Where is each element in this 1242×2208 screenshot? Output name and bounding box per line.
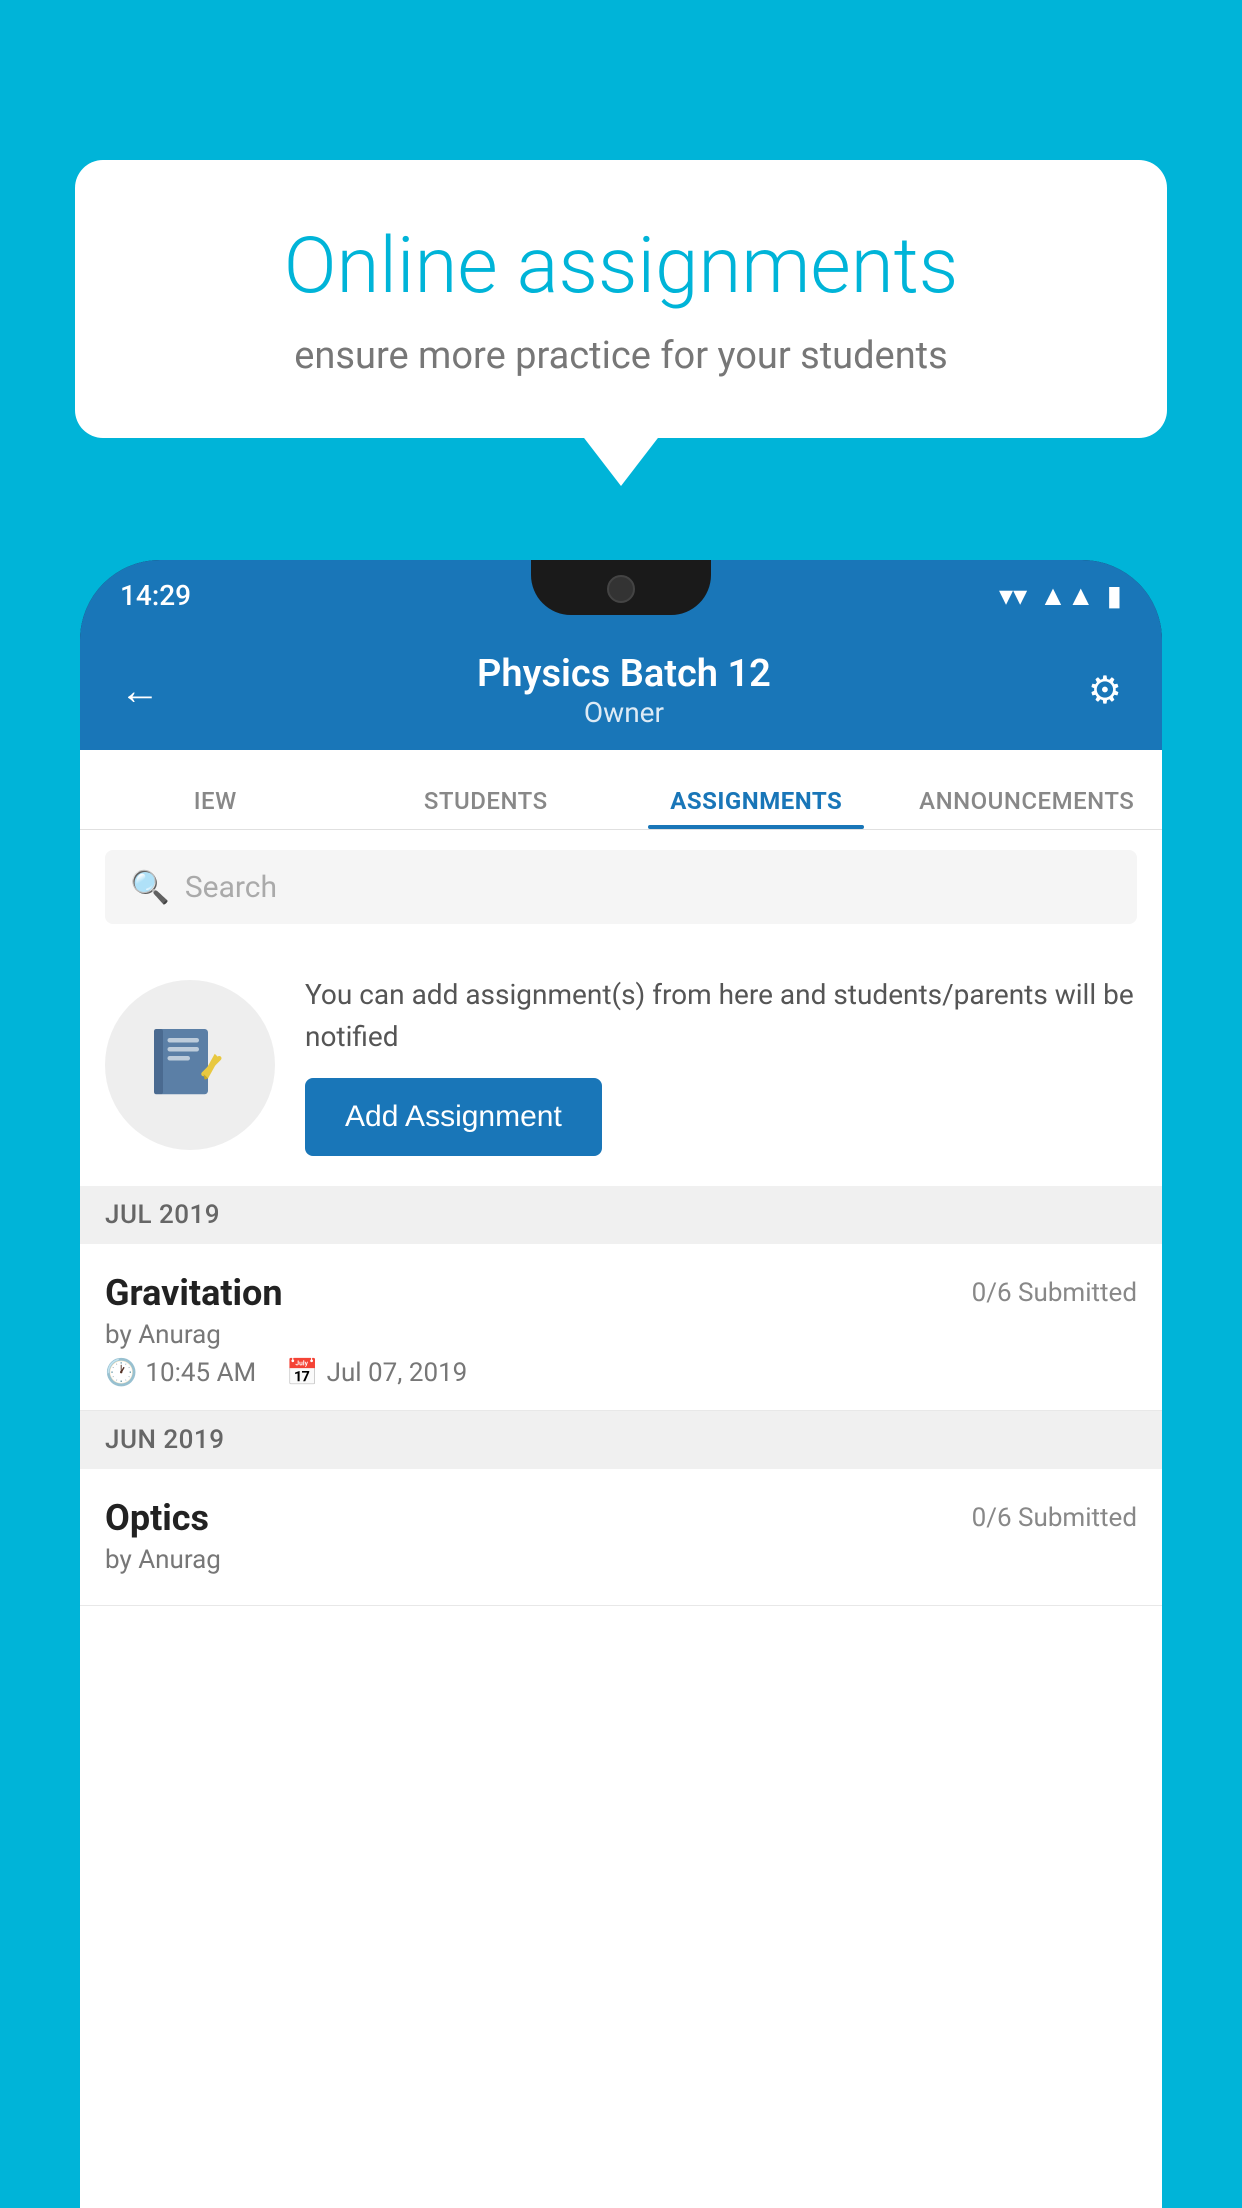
promo-icon-circle <box>105 980 275 1150</box>
assignment-submitted-optics: 0/6 Submitted <box>972 1503 1137 1533</box>
settings-button[interactable]: ⚙ <box>1088 668 1122 713</box>
back-button[interactable]: ← <box>120 667 160 714</box>
assignment-gravitation[interactable]: Gravitation 0/6 Submitted by Anurag 🕐 10… <box>80 1244 1162 1411</box>
batch-subtitle: Owner <box>477 696 771 729</box>
tabs-bar: IEW STUDENTS ASSIGNMENTS ANNOUNCEMENTS <box>80 750 1162 830</box>
tab-assignments[interactable]: ASSIGNMENTS <box>621 787 892 829</box>
speech-bubble-subtitle: ensure more practice for your students <box>145 334 1097 378</box>
tab-iew[interactable]: IEW <box>80 787 351 829</box>
batch-title: Physics Batch 12 <box>477 652 771 696</box>
promo-section: You can add assignment(s) from here and … <box>80 944 1162 1186</box>
assignment-time: 🕐 10:45 AM <box>105 1358 256 1388</box>
phone-notch <box>531 560 711 615</box>
assignment-name: Gravitation <box>105 1272 283 1314</box>
status-icons: ▾▾ ▲▲ ▮ <box>999 579 1122 612</box>
speech-bubble-title: Online assignments <box>145 220 1097 314</box>
clock-icon: 🕐 <box>105 1358 137 1388</box>
assignment-name-optics: Optics <box>105 1497 209 1539</box>
assignment-row-title-optics: Optics 0/6 Submitted <box>105 1497 1137 1539</box>
assignment-row-title: Gravitation 0/6 Submitted <box>105 1272 1137 1314</box>
assignment-optics[interactable]: Optics 0/6 Submitted by Anurag <box>80 1469 1162 1606</box>
header-title-block: Physics Batch 12 Owner <box>477 652 771 729</box>
battery-icon: ▮ <box>1107 579 1122 612</box>
assignment-time-value: 10:45 AM <box>145 1358 256 1388</box>
assignment-author: by Anurag <box>105 1320 1137 1350</box>
section-jun-2019: JUN 2019 <box>80 1411 1162 1469</box>
search-placeholder: Search <box>185 870 277 905</box>
wifi-icon: ▾▾ <box>999 579 1027 612</box>
camera <box>607 575 635 603</box>
speech-bubble-container: Online assignments ensure more practice … <box>75 160 1167 438</box>
promo-text: You can add assignment(s) from here and … <box>305 974 1137 1058</box>
calendar-icon: 📅 <box>286 1358 318 1388</box>
section-jul-2019: JUL 2019 <box>80 1186 1162 1244</box>
search-bar[interactable]: 🔍 Search <box>105 850 1137 924</box>
notebook-icon <box>145 1020 235 1110</box>
content-area: 🔍 Search <box>80 830 1162 2208</box>
tab-students[interactable]: STUDENTS <box>351 787 622 829</box>
tab-announcements[interactable]: ANNOUNCEMENTS <box>892 787 1163 829</box>
search-container: 🔍 Search <box>80 830 1162 944</box>
phone-frame: 14:29 ▾▾ ▲▲ ▮ ← Physics Batch 12 Owner ⚙… <box>80 560 1162 2208</box>
promo-right: You can add assignment(s) from here and … <box>305 974 1137 1156</box>
status-time: 14:29 <box>120 579 191 612</box>
assignment-author-optics: by Anurag <box>105 1545 1137 1575</box>
add-assignment-button[interactable]: Add Assignment <box>305 1078 602 1156</box>
assignment-submitted: 0/6 Submitted <box>972 1278 1137 1308</box>
assignment-meta: 🕐 10:45 AM 📅 Jul 07, 2019 <box>105 1358 1137 1388</box>
assignment-date-value: Jul 07, 2019 <box>327 1358 468 1388</box>
search-icon: 🔍 <box>130 868 170 906</box>
app-header: ← Physics Batch 12 Owner ⚙ <box>80 630 1162 750</box>
speech-bubble: Online assignments ensure more practice … <box>75 160 1167 438</box>
signal-icon: ▲▲ <box>1039 579 1094 612</box>
assignment-date: 📅 Jul 07, 2019 <box>286 1358 467 1388</box>
